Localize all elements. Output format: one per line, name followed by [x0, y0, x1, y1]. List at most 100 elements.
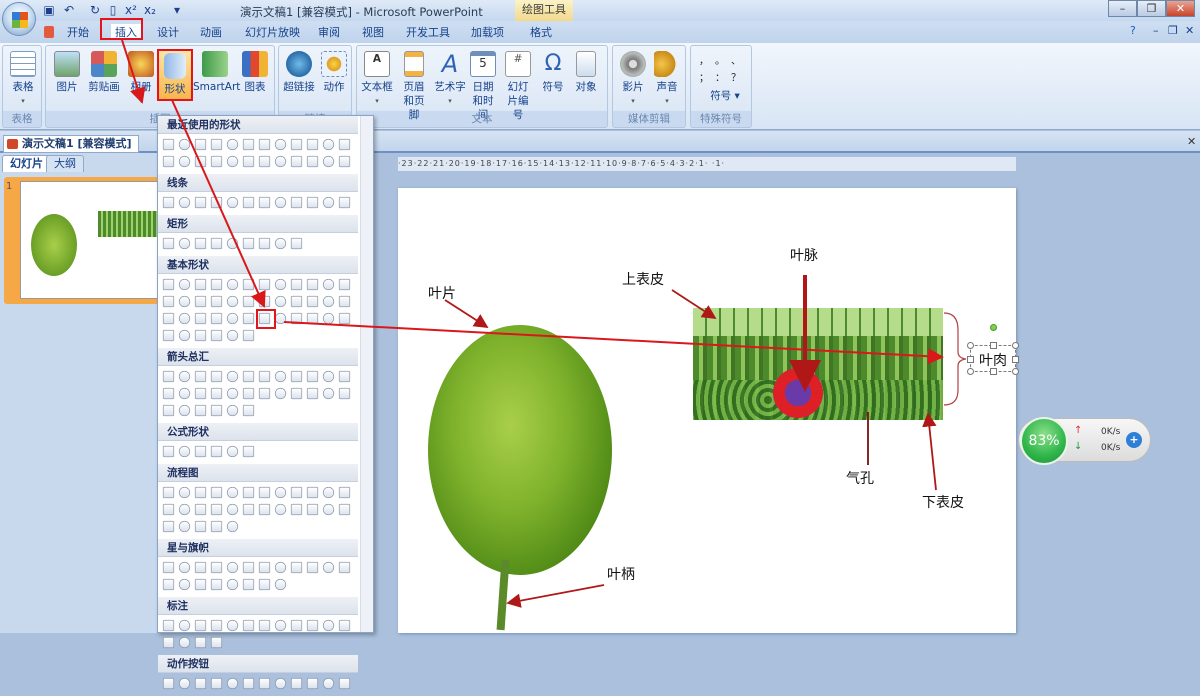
shape-icon[interactable] — [162, 295, 175, 308]
shape-icon[interactable] — [226, 295, 239, 308]
new-file-icon[interactable]: ▯ — [106, 3, 120, 17]
shape-icon[interactable] — [274, 677, 287, 690]
shape-icon[interactable] — [258, 138, 271, 151]
shapes-button[interactable]: 形状 — [157, 49, 193, 101]
shape-icon[interactable] — [210, 561, 223, 574]
shape-icon[interactable] — [290, 370, 303, 383]
resize-handle[interactable] — [967, 356, 974, 363]
shape-icon[interactable] — [162, 578, 175, 591]
shape-icon[interactable] — [322, 196, 335, 209]
shape-icon[interactable] — [242, 619, 255, 632]
shape-icon[interactable] — [178, 329, 191, 342]
shape-icon[interactable] — [194, 636, 207, 649]
shape-icon[interactable] — [162, 312, 175, 325]
shape-icon[interactable] — [274, 486, 287, 499]
tab-addins[interactable]: 加载项 — [471, 24, 504, 40]
leaf-cross-section-image[interactable] — [693, 308, 943, 420]
shape-icon[interactable] — [210, 619, 223, 632]
shape-icon[interactable] — [162, 677, 175, 690]
memory-usage-gauge[interactable]: 83% — [1020, 417, 1068, 465]
shape-icon[interactable] — [306, 278, 319, 291]
smartart-button[interactable]: SmartArt — [193, 49, 240, 94]
symbol-item[interactable]: ， — [699, 52, 715, 67]
shape-icon[interactable] — [162, 329, 175, 342]
shape-icon[interactable] — [274, 387, 287, 400]
shape-icon[interactable] — [178, 387, 191, 400]
shape-icon[interactable] — [162, 520, 175, 533]
shape-icon[interactable] — [242, 278, 255, 291]
shape-icon[interactable] — [194, 503, 207, 516]
shape-icon[interactable] — [178, 404, 191, 417]
shape-icon[interactable] — [258, 677, 271, 690]
clipart-button[interactable]: 剪贴画 — [84, 49, 124, 94]
label-vein[interactable]: 叶脉 — [790, 245, 818, 265]
shape-icon[interactable] — [322, 387, 335, 400]
tab-slides[interactable]: 幻灯片 — [2, 155, 51, 172]
shape-icon[interactable] — [338, 295, 351, 308]
shape-icon[interactable] — [242, 155, 255, 168]
shape-icon[interactable] — [226, 237, 239, 250]
shape-icon[interactable] — [290, 387, 303, 400]
shape-icon[interactable] — [194, 387, 207, 400]
textbox-button[interactable]: A 文本框 ▾ — [360, 49, 394, 108]
minimize-button[interactable]: – — [1108, 0, 1137, 17]
shape-icon[interactable] — [178, 312, 191, 325]
sound-button[interactable]: 声音 ▾ — [651, 49, 683, 108]
shape-icon[interactable] — [306, 486, 319, 499]
horizontal-ruler[interactable]: ·23·22·21·20·19·18·17·16·15·14·13·12·11·… — [398, 157, 1016, 171]
help-icon[interactable]: ? — [1130, 24, 1136, 37]
shape-icon[interactable] — [306, 138, 319, 151]
shape-icon[interactable] — [258, 370, 271, 383]
shape-icon[interactable] — [322, 503, 335, 516]
shape-icon[interactable] — [162, 196, 175, 209]
shape-icon[interactable] — [226, 196, 239, 209]
shape-icon[interactable] — [290, 295, 303, 308]
shape-icon[interactable] — [242, 370, 255, 383]
wordart-button[interactable]: A 艺术字 ▾ — [433, 49, 467, 108]
shape-icon[interactable] — [178, 237, 191, 250]
shape-icon[interactable] — [162, 138, 175, 151]
shape-icon[interactable] — [210, 445, 223, 458]
shape-icon[interactable] — [178, 196, 191, 209]
shape-icon[interactable] — [242, 295, 255, 308]
shape-icon[interactable] — [322, 278, 335, 291]
shape-icon[interactable] — [338, 278, 351, 291]
slide-thumbnail[interactable] — [20, 181, 160, 299]
shape-icon[interactable] — [162, 155, 175, 168]
shape-icon[interactable] — [242, 578, 255, 591]
shape-icon[interactable] — [258, 278, 271, 291]
shape-icon[interactable] — [274, 619, 287, 632]
shape-icon[interactable] — [162, 486, 175, 499]
shape-icon[interactable] — [162, 404, 175, 417]
shape-icon[interactable] — [194, 404, 207, 417]
shape-icon[interactable] — [322, 486, 335, 499]
shape-icon[interactable] — [226, 387, 239, 400]
shape-icon[interactable] — [338, 312, 351, 325]
shape-icon[interactable] — [226, 578, 239, 591]
shape-icon[interactable] — [210, 295, 223, 308]
shape-icon[interactable] — [258, 387, 271, 400]
shape-icon[interactable] — [306, 295, 319, 308]
shape-icon[interactable] — [258, 155, 271, 168]
shape-icon[interactable] — [242, 196, 255, 209]
shape-icon[interactable] — [178, 619, 191, 632]
rotate-handle[interactable] — [990, 324, 997, 331]
shape-icon[interactable] — [210, 312, 223, 325]
shape-icon[interactable] — [194, 520, 207, 533]
shape-icon[interactable] — [274, 138, 287, 151]
shape-icon[interactable] — [290, 486, 303, 499]
shape-icon[interactable] — [338, 561, 351, 574]
shape-icon[interactable] — [290, 619, 303, 632]
customize-qat-icon[interactable]: ▾ — [170, 3, 184, 17]
shape-icon[interactable] — [226, 278, 239, 291]
label-stoma[interactable]: 气孔 — [846, 468, 874, 488]
shape-icon[interactable] — [194, 295, 207, 308]
shape-icon[interactable] — [194, 155, 207, 168]
ribbon-restore-icon[interactable]: ❐ — [1168, 24, 1178, 37]
shape-icon[interactable] — [322, 619, 335, 632]
shape-icon[interactable] — [274, 370, 287, 383]
resize-handle[interactable] — [990, 368, 997, 375]
shape-icon[interactable] — [194, 312, 207, 325]
shape-icon[interactable] — [242, 404, 255, 417]
shape-icon[interactable] — [258, 486, 271, 499]
